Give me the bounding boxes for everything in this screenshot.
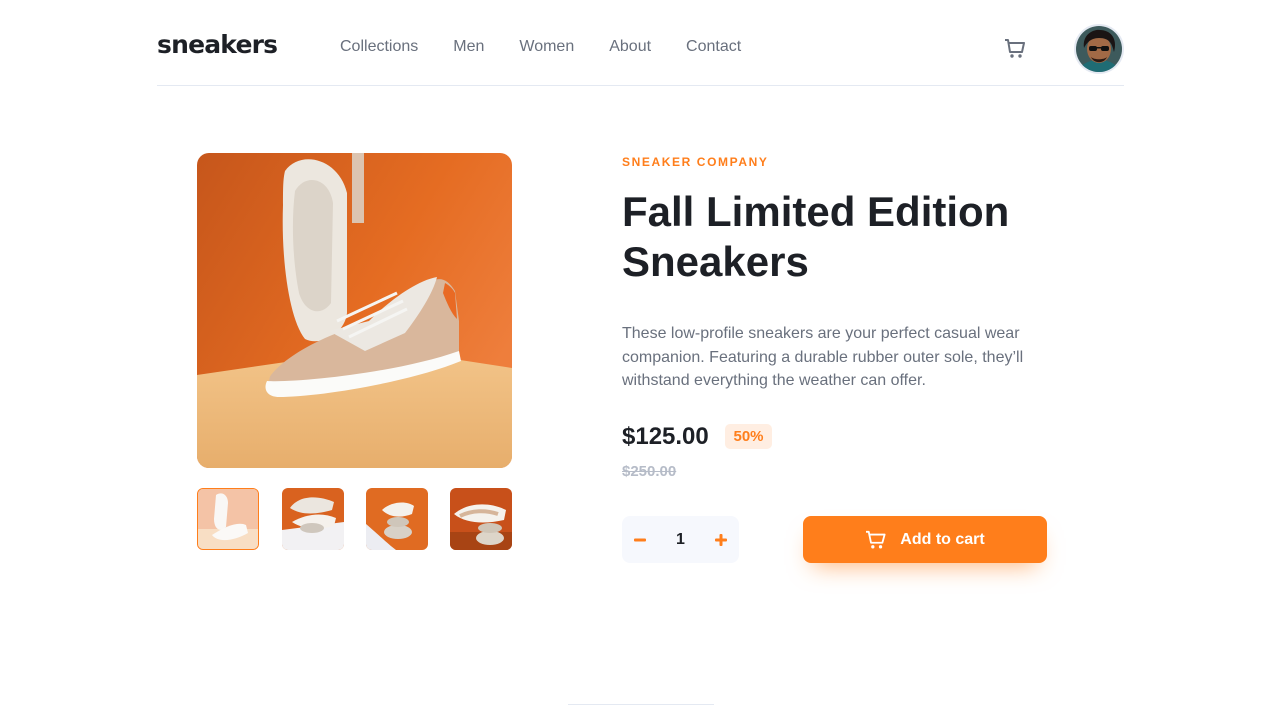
thumbnail-3-image <box>366 488 428 550</box>
thumbnail-4-image <box>450 488 512 550</box>
cart-icon <box>1005 39 1025 58</box>
discount-badge: 50% <box>725 424 772 449</box>
add-to-cart-label: Add to cart <box>900 530 985 548</box>
plus-icon <box>715 533 727 546</box>
thumbnail-4[interactable] <box>450 488 512 550</box>
quantity-input[interactable] <box>658 516 703 563</box>
minus-icon <box>634 538 646 541</box>
user-avatar[interactable] <box>1074 24 1124 74</box>
increase-quantity-button[interactable] <box>703 516 739 563</box>
thumbnail-3[interactable] <box>366 488 428 550</box>
cart-icon <box>866 530 886 548</box>
cart-button[interactable] <box>1003 36 1027 60</box>
current-price: $125.00 <box>622 423 709 450</box>
main-nav: Collections Men Women About Contact <box>340 37 776 57</box>
quantity-stepper <box>622 516 739 563</box>
add-to-cart-button[interactable]: Add to cart <box>803 516 1047 563</box>
product-title: Fall Limited Edition Sneakers <box>622 188 1010 285</box>
decrease-quantity-button[interactable] <box>622 516 658 563</box>
main-product-image[interactable] <box>197 153 512 468</box>
site-header: sneakers Collections Men Women About Con… <box>157 0 1124 86</box>
original-price: $250.00 <box>622 463 677 480</box>
brand-label: SNEAKER COMPANY <box>622 155 769 169</box>
nav-link-about[interactable]: About <box>609 37 651 57</box>
avatar-image <box>1076 26 1122 72</box>
thumbnail-1-image <box>198 489 258 549</box>
thumbnail-2[interactable] <box>282 488 344 550</box>
sneaker-photo <box>197 153 512 468</box>
nav-link-collections[interactable]: Collections <box>340 37 418 57</box>
nav-link-women[interactable]: Women <box>519 37 574 57</box>
product-description: These low-profile sneakers are your perf… <box>622 325 1024 389</box>
nav-link-contact[interactable]: Contact <box>686 37 741 57</box>
nav-link-men[interactable]: Men <box>453 37 484 57</box>
thumbnail-2-image <box>282 488 344 550</box>
thumbnail-1[interactable] <box>197 488 259 550</box>
logo[interactable]: sneakers <box>157 30 278 59</box>
